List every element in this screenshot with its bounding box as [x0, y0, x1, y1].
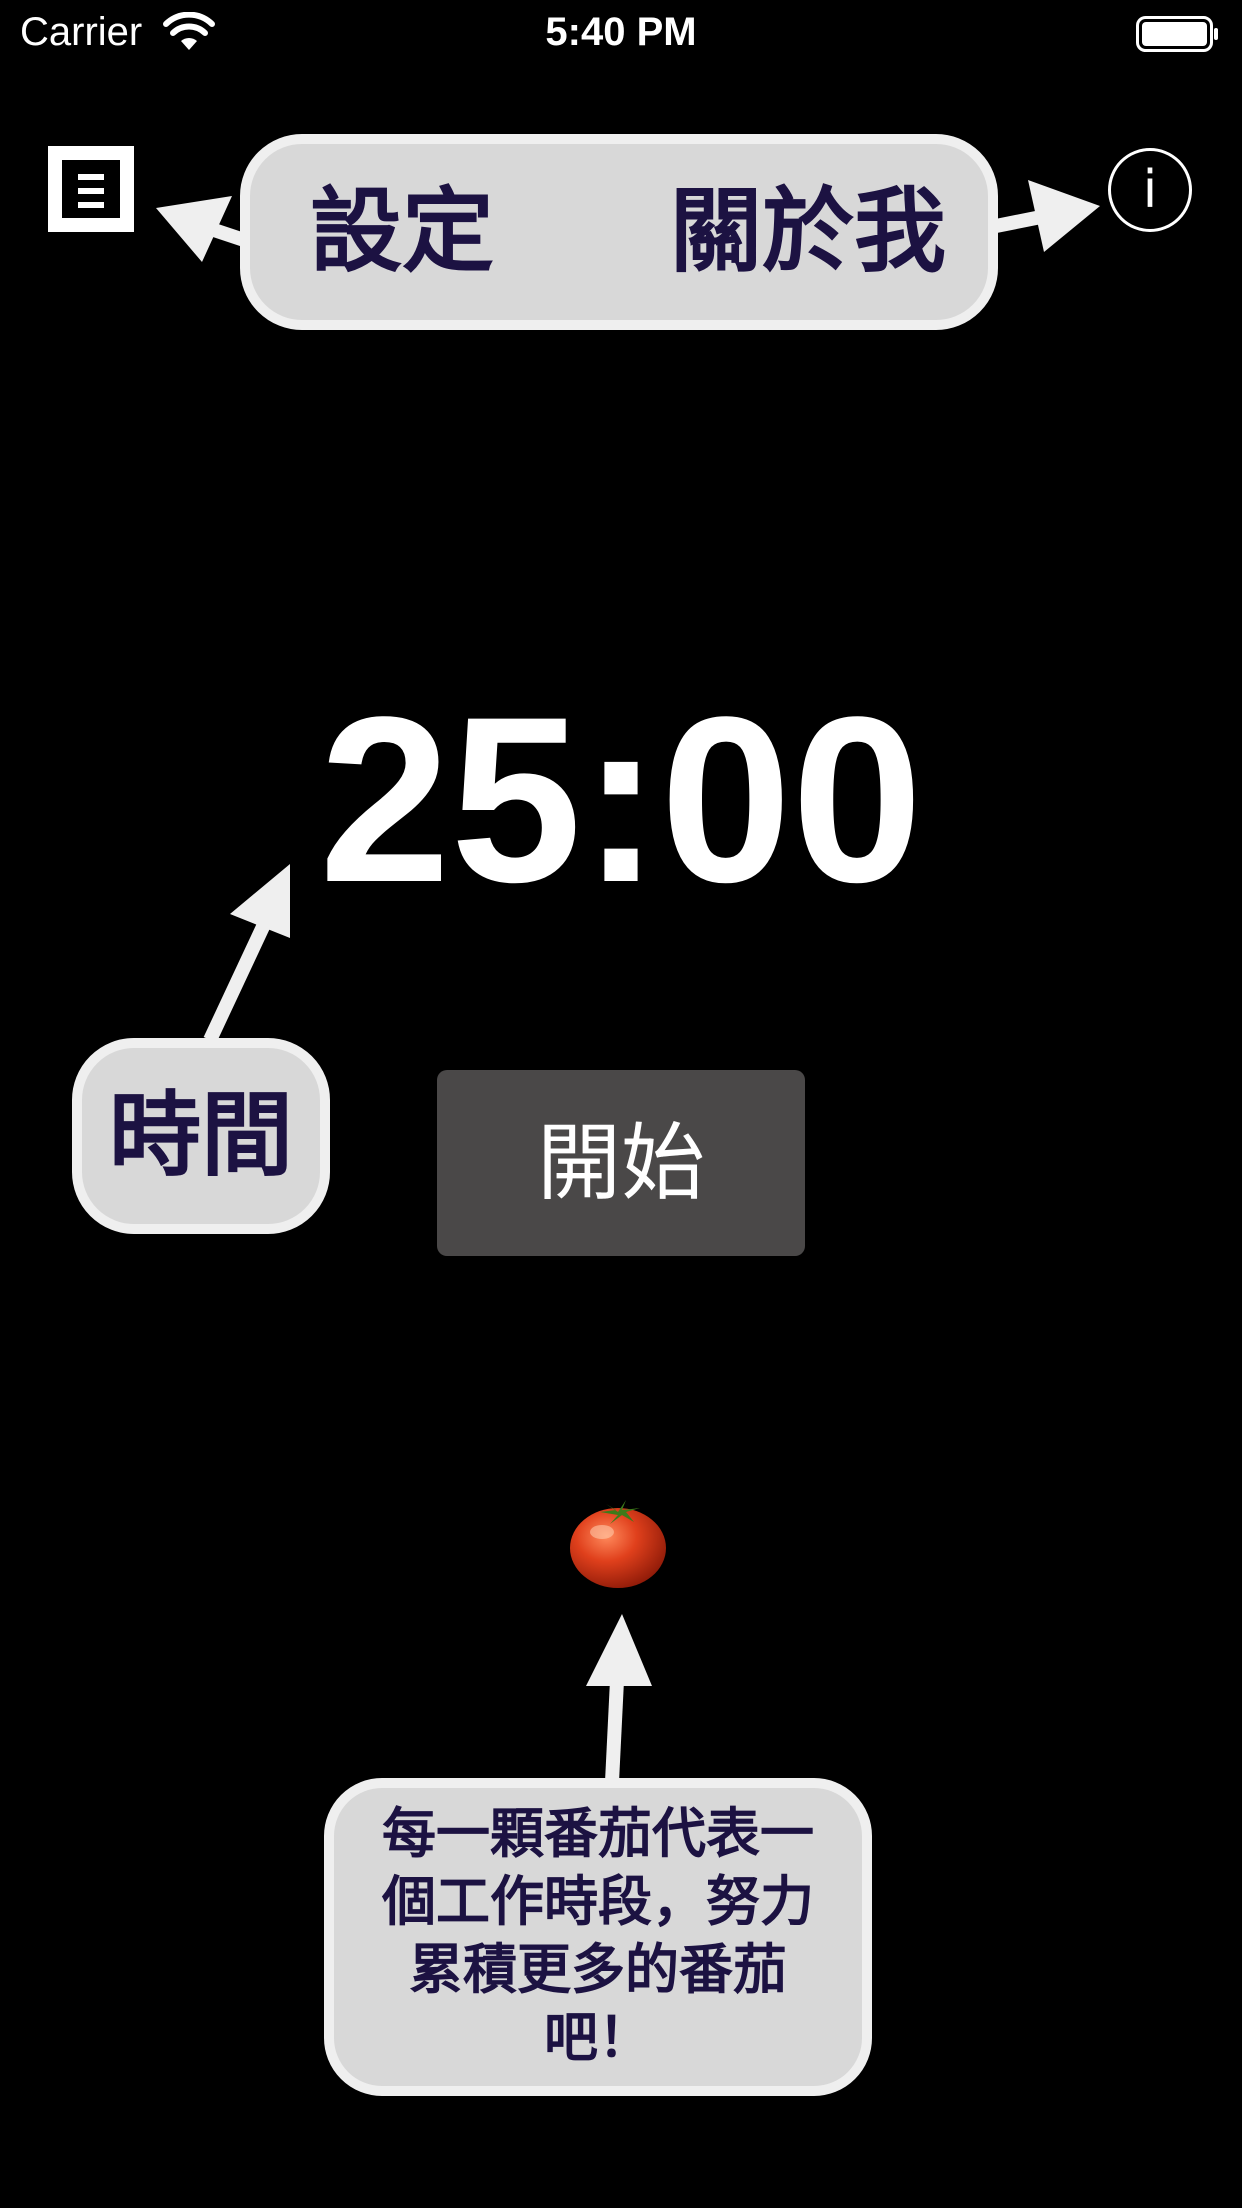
arrow-to-tomato — [605, 1659, 625, 1783]
info-glyph: i — [1142, 160, 1158, 220]
start-button[interactable]: 開始 — [437, 1070, 805, 1256]
battery-icon — [1136, 16, 1218, 52]
tomato-icon — [570, 1500, 666, 1588]
menu-icon-frame — [62, 160, 120, 218]
menu-line — [78, 202, 104, 208]
time-callout: 時間 — [72, 1038, 330, 1234]
menu-line — [78, 188, 104, 194]
arrow-to-info — [994, 207, 1058, 233]
callout-time-label: 時間 — [108, 1082, 293, 1189]
info-icon[interactable]: i — [1108, 148, 1192, 232]
callout-tomato-text: 每一顆番茄代表一個工作時段，努力累積更多的番茄吧！ — [382, 1802, 814, 2069]
status-bar: Carrier 5:40 PM — [0, 0, 1242, 66]
arrow-to-menu-head — [156, 196, 232, 262]
menu-list-icon[interactable] — [48, 146, 134, 232]
callout-settings-label: 設定 — [310, 178, 495, 285]
arrow-to-timer — [203, 913, 275, 1043]
tomato-callout: 每一顆番茄代表一個工作時段，努力累積更多的番茄吧！ — [324, 1778, 872, 2096]
menu-line — [78, 174, 104, 180]
status-time: 5:40 PM — [545, 10, 697, 54]
arrow-to-info-head — [1028, 180, 1100, 252]
arrow-to-menu — [187, 215, 247, 247]
timer-display: 25:00 — [319, 668, 923, 932]
settings-about-callout: 設定 關於我 — [240, 134, 998, 330]
callout-about-label: 關於我 — [670, 178, 947, 285]
arrow-to-tomato-head — [586, 1614, 652, 1686]
